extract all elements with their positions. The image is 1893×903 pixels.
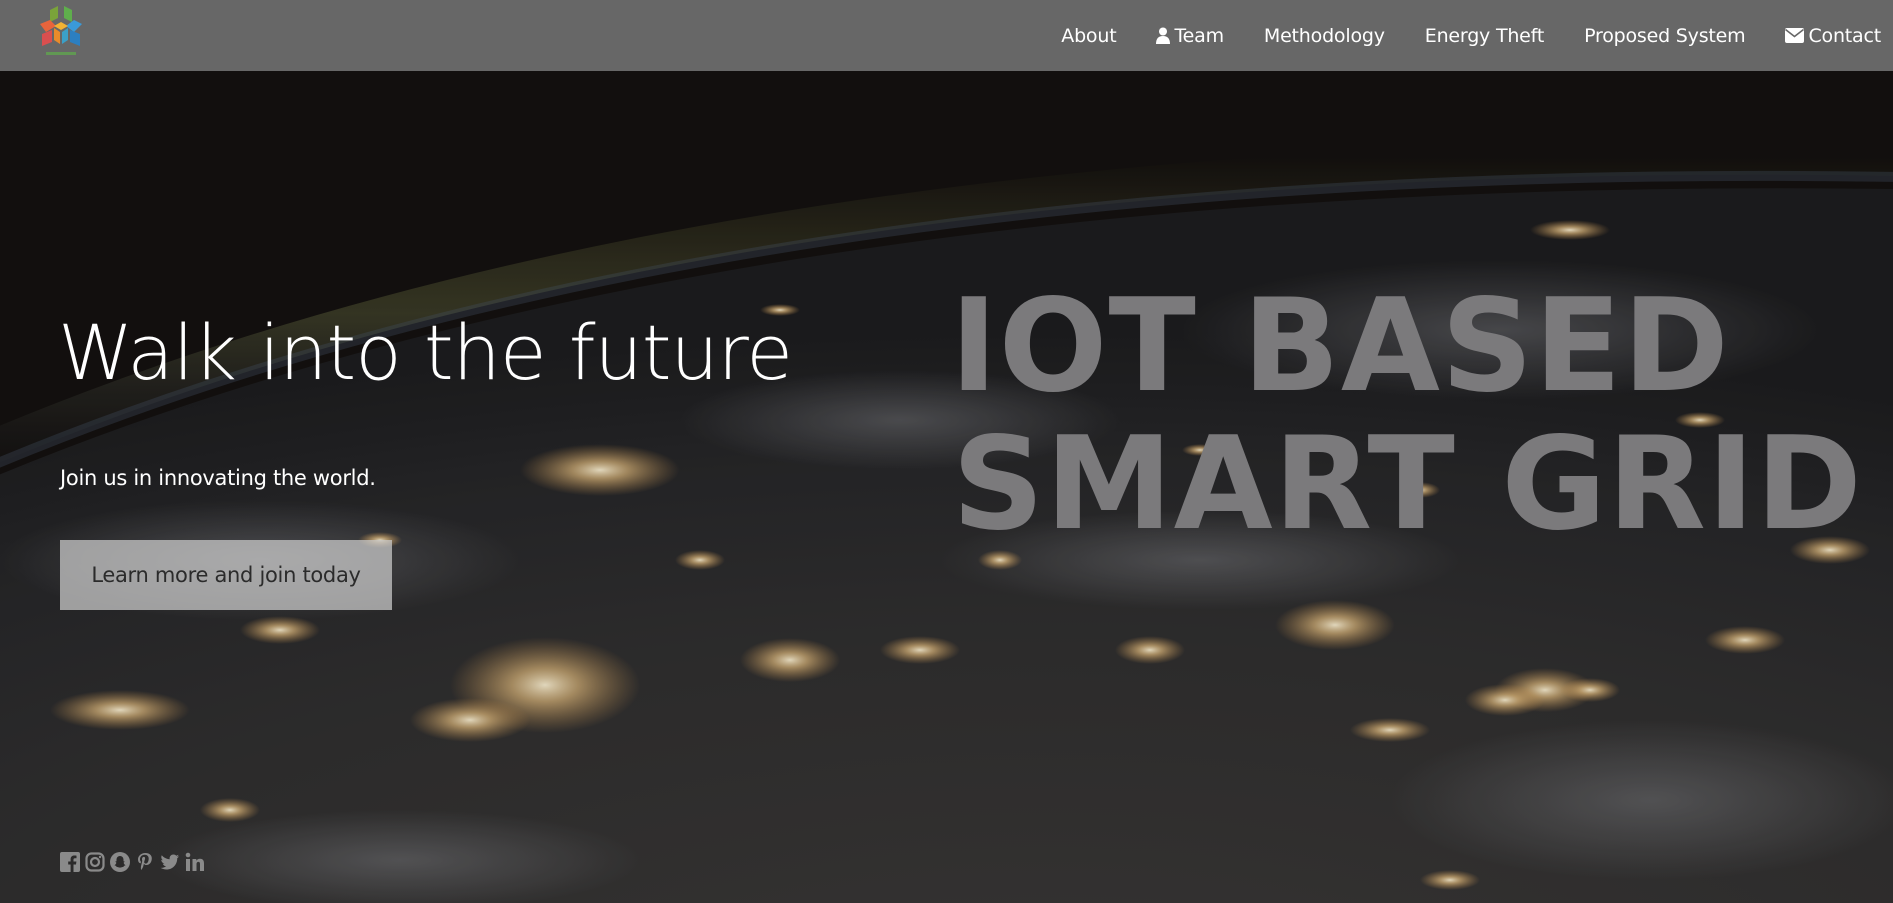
facebook-icon[interactable] (60, 852, 80, 872)
snapchat-icon[interactable] (110, 852, 130, 872)
headline-line-1: IOT BASED (950, 272, 1730, 421)
top-navbar: About Team Methodology Energy Theft Prop… (0, 0, 1893, 71)
headline-line-2: SMART GRID (952, 410, 1863, 559)
nav-link-label: About (1061, 24, 1117, 47)
twitter-icon[interactable] (160, 852, 180, 872)
instagram-icon[interactable] (85, 852, 105, 872)
nav-link-label: Methodology (1263, 24, 1385, 47)
nav-link-contact[interactable]: Contact (1785, 25, 1881, 47)
cube-logo-icon[interactable] (36, 4, 86, 60)
nav-link-label: Team (1174, 24, 1224, 47)
learn-more-button[interactable]: Learn more and join today (60, 540, 392, 610)
pinterest-icon[interactable] (135, 852, 155, 872)
nav-link-label: Energy Theft (1424, 24, 1545, 47)
nav-link-methodology[interactable]: Methodology (1264, 25, 1385, 47)
nav-link-label: Contact (1808, 24, 1881, 47)
nav-link-label: Proposed System (1584, 24, 1746, 47)
envelope-icon (1785, 28, 1805, 43)
hero-title: Walk into the future (58, 308, 793, 397)
headline: IOT BASED SMART GRID (950, 272, 1863, 559)
page: About Team Methodology Energy Theft Prop… (0, 0, 1893, 903)
nav-link-team[interactable]: Team (1156, 24, 1224, 47)
social-links (60, 852, 210, 872)
nav-link-proposed-system[interactable]: Proposed System (1584, 24, 1746, 47)
nav-link-about[interactable]: About (1061, 25, 1116, 47)
nav-link-energy-theft[interactable]: Energy Theft (1424, 24, 1545, 47)
linkedin-icon[interactable] (185, 852, 205, 872)
hero-subtitle: Join us in innovating the world. (60, 466, 376, 490)
user-icon (1156, 27, 1171, 44)
nav-links: About Team Methodology Energy Theft Prop… (1021, 0, 1893, 71)
